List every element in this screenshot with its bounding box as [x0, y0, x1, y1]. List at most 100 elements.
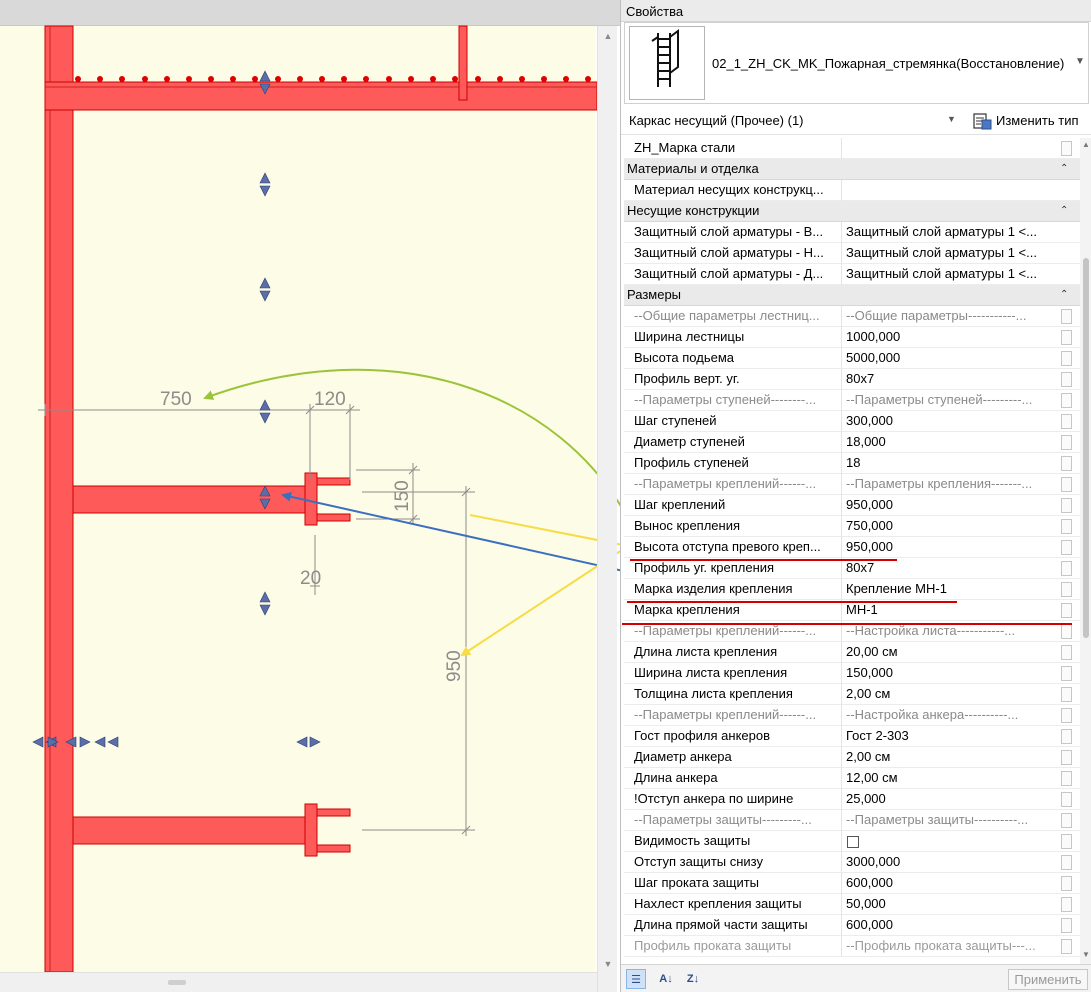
associate-parameter-button[interactable]: [1061, 897, 1072, 912]
property-row[interactable]: Профиль проката защиты --Профиль проката …: [624, 936, 1080, 957]
property-value[interactable]: 150,000: [843, 663, 1060, 684]
associate-parameter-button[interactable]: [1061, 729, 1072, 744]
scroll-down-icon[interactable]: ▼: [598, 956, 618, 972]
drawing-canvas[interactable]: 750 120 150 20 950 ▲ ▼: [0, 0, 620, 992]
property-value[interactable]: 600,000: [843, 915, 1060, 936]
property-value[interactable]: Защитный слой арматуры 1 <...: [843, 243, 1060, 264]
property-row[interactable]: Профиль ступеней 18: [624, 453, 1080, 474]
property-value[interactable]: --Параметры защиты----------...: [843, 810, 1060, 831]
property-row[interactable]: --Параметры креплений------... --Параметр…: [624, 474, 1080, 495]
associate-parameter-button[interactable]: [1061, 393, 1072, 408]
collapse-icon[interactable]: ⌃: [1060, 159, 1068, 179]
property-row[interactable]: Длина анкера 12,00 см: [624, 768, 1080, 789]
property-row[interactable]: Марка изделия крепления Крепление МН-1: [624, 579, 1080, 600]
associate-parameter-button[interactable]: [1061, 645, 1072, 660]
property-row[interactable]: --Параметры защиты---------... --Параметр…: [624, 810, 1080, 831]
associate-parameter-button[interactable]: [1061, 855, 1072, 870]
property-row[interactable]: Марка крепления МН-1: [624, 600, 1080, 621]
vertical-post[interactable]: [44, 25, 74, 973]
property-row[interactable]: --Параметры креплений------... --Настройк…: [624, 705, 1080, 726]
property-row[interactable]: Гост профиля анкеров Гост 2-303: [624, 726, 1080, 747]
associate-parameter-button[interactable]: [1061, 666, 1072, 681]
associate-parameter-button[interactable]: [1061, 372, 1072, 387]
category-filter[interactable]: Каркас несущий (Прочее) (1): [624, 109, 964, 133]
property-value[interactable]: 5000,000: [843, 348, 1060, 369]
property-row[interactable]: Защитный слой арматуры - В... Защитный сл…: [624, 222, 1080, 243]
property-row[interactable]: Длина листа крепления 20,00 см: [624, 642, 1080, 663]
associate-parameter-button[interactable]: [1061, 519, 1072, 534]
property-row[interactable]: Материал несущих конструкц...: [624, 180, 1080, 201]
associate-parameter-button[interactable]: [1061, 750, 1072, 765]
chevron-down-icon[interactable]: ▼: [947, 114, 956, 124]
properties-scrollbar[interactable]: ▲ ▼: [1080, 138, 1091, 964]
property-row[interactable]: Высота подьема 5000,000: [624, 348, 1080, 369]
associate-parameter-button[interactable]: [1061, 330, 1072, 345]
property-value[interactable]: 25,000: [843, 789, 1060, 810]
horizontal-scroll-thumb[interactable]: [168, 980, 186, 985]
property-value[interactable]: 300,000: [843, 411, 1060, 432]
property-row[interactable]: !Отступ анкера по ширине 25,000: [624, 789, 1080, 810]
upper-post[interactable]: [458, 25, 468, 101]
property-value[interactable]: 950,000: [843, 495, 1060, 516]
associate-parameter-button[interactable]: [1061, 561, 1072, 576]
property-value[interactable]: Гост 2-303: [843, 726, 1060, 747]
top-rail[interactable]: [44, 81, 598, 111]
bracket-2[interactable]: [72, 803, 351, 857]
associate-parameter-button[interactable]: [1061, 918, 1072, 933]
property-row[interactable]: Шаг креплений 950,000: [624, 495, 1080, 516]
property-value[interactable]: 12,00 см: [843, 768, 1060, 789]
associate-parameter-button[interactable]: [1061, 687, 1072, 702]
property-group-header[interactable]: Материалы и отделка ⌃: [624, 159, 1080, 180]
property-value[interactable]: Защитный слой арматуры 1 <...: [843, 222, 1060, 243]
property-value[interactable]: 3000,000: [843, 852, 1060, 873]
property-value[interactable]: 80x7: [843, 558, 1060, 579]
associate-parameter-button[interactable]: [1061, 813, 1072, 828]
property-row[interactable]: Отступ защиты снизу 3000,000: [624, 852, 1080, 873]
property-row[interactable]: --Параметры креплений------... --Настройк…: [624, 621, 1080, 642]
property-value[interactable]: --Общие параметры-----------...: [843, 306, 1060, 327]
associate-parameter-button[interactable]: [1061, 603, 1072, 618]
property-row[interactable]: Толщина листа крепления 2,00 см: [624, 684, 1080, 705]
associate-parameter-button[interactable]: [1061, 141, 1072, 156]
chevron-down-icon[interactable]: ▼: [1075, 56, 1085, 67]
property-value[interactable]: --Параметры ступеней---------...: [843, 390, 1060, 411]
property-value[interactable]: 18,000: [843, 432, 1060, 453]
property-value[interactable]: МН-1: [843, 600, 1060, 621]
property-value[interactable]: 600,000: [843, 873, 1060, 894]
property-value[interactable]: 950,000: [843, 537, 1060, 558]
property-row[interactable]: Шаг ступеней 300,000: [624, 411, 1080, 432]
associate-parameter-button[interactable]: [1061, 939, 1072, 954]
property-row[interactable]: Шаг проката защиты 600,000: [624, 873, 1080, 894]
associate-parameter-button[interactable]: [1061, 309, 1072, 324]
associate-parameter-button[interactable]: [1061, 792, 1072, 807]
associate-parameter-button[interactable]: [1061, 771, 1072, 786]
properties-scroll-thumb[interactable]: [1083, 258, 1089, 638]
scroll-up-icon[interactable]: ▲: [598, 28, 618, 44]
property-value[interactable]: Защитный слой арматуры 1 <...: [843, 264, 1060, 285]
property-value[interactable]: --Настройка анкера----------...: [843, 705, 1060, 726]
associate-parameter-button[interactable]: [1061, 582, 1072, 597]
property-group-header[interactable]: Размеры ⌃: [624, 285, 1080, 306]
apply-button[interactable]: Применить: [1008, 969, 1088, 990]
bracket-1[interactable]: [72, 472, 351, 526]
associate-parameter-button[interactable]: [1061, 351, 1072, 366]
property-row[interactable]: ZH_Марка стали: [624, 138, 1080, 159]
associate-parameter-button[interactable]: [1061, 540, 1072, 555]
scroll-up-icon[interactable]: ▲: [1080, 140, 1091, 149]
sort-descending-icon[interactable]: Z↓: [683, 969, 703, 989]
property-value[interactable]: [843, 180, 1060, 201]
associate-parameter-button[interactable]: [1061, 624, 1072, 639]
associate-parameter-button[interactable]: [1061, 834, 1072, 849]
vertical-scrollbar[interactable]: ▲ ▼: [597, 26, 617, 992]
property-row[interactable]: Длина прямой части защиты 600,000: [624, 915, 1080, 936]
edit-type-button[interactable]: Изменить тип: [968, 109, 1090, 133]
property-value[interactable]: 20,00 см: [843, 642, 1060, 663]
property-row[interactable]: Высота отступа превого креп... 950,000: [624, 537, 1080, 558]
property-row[interactable]: --Общие параметры лестниц... --Общие пара…: [624, 306, 1080, 327]
associate-parameter-button[interactable]: [1061, 708, 1072, 723]
property-row[interactable]: Ширина лестницы 1000,000: [624, 327, 1080, 348]
associate-parameter-button[interactable]: [1061, 456, 1072, 471]
property-value[interactable]: 50,000: [843, 894, 1060, 915]
property-row[interactable]: Нахлест крепления защиты 50,000: [624, 894, 1080, 915]
property-value[interactable]: 2,00 см: [843, 747, 1060, 768]
